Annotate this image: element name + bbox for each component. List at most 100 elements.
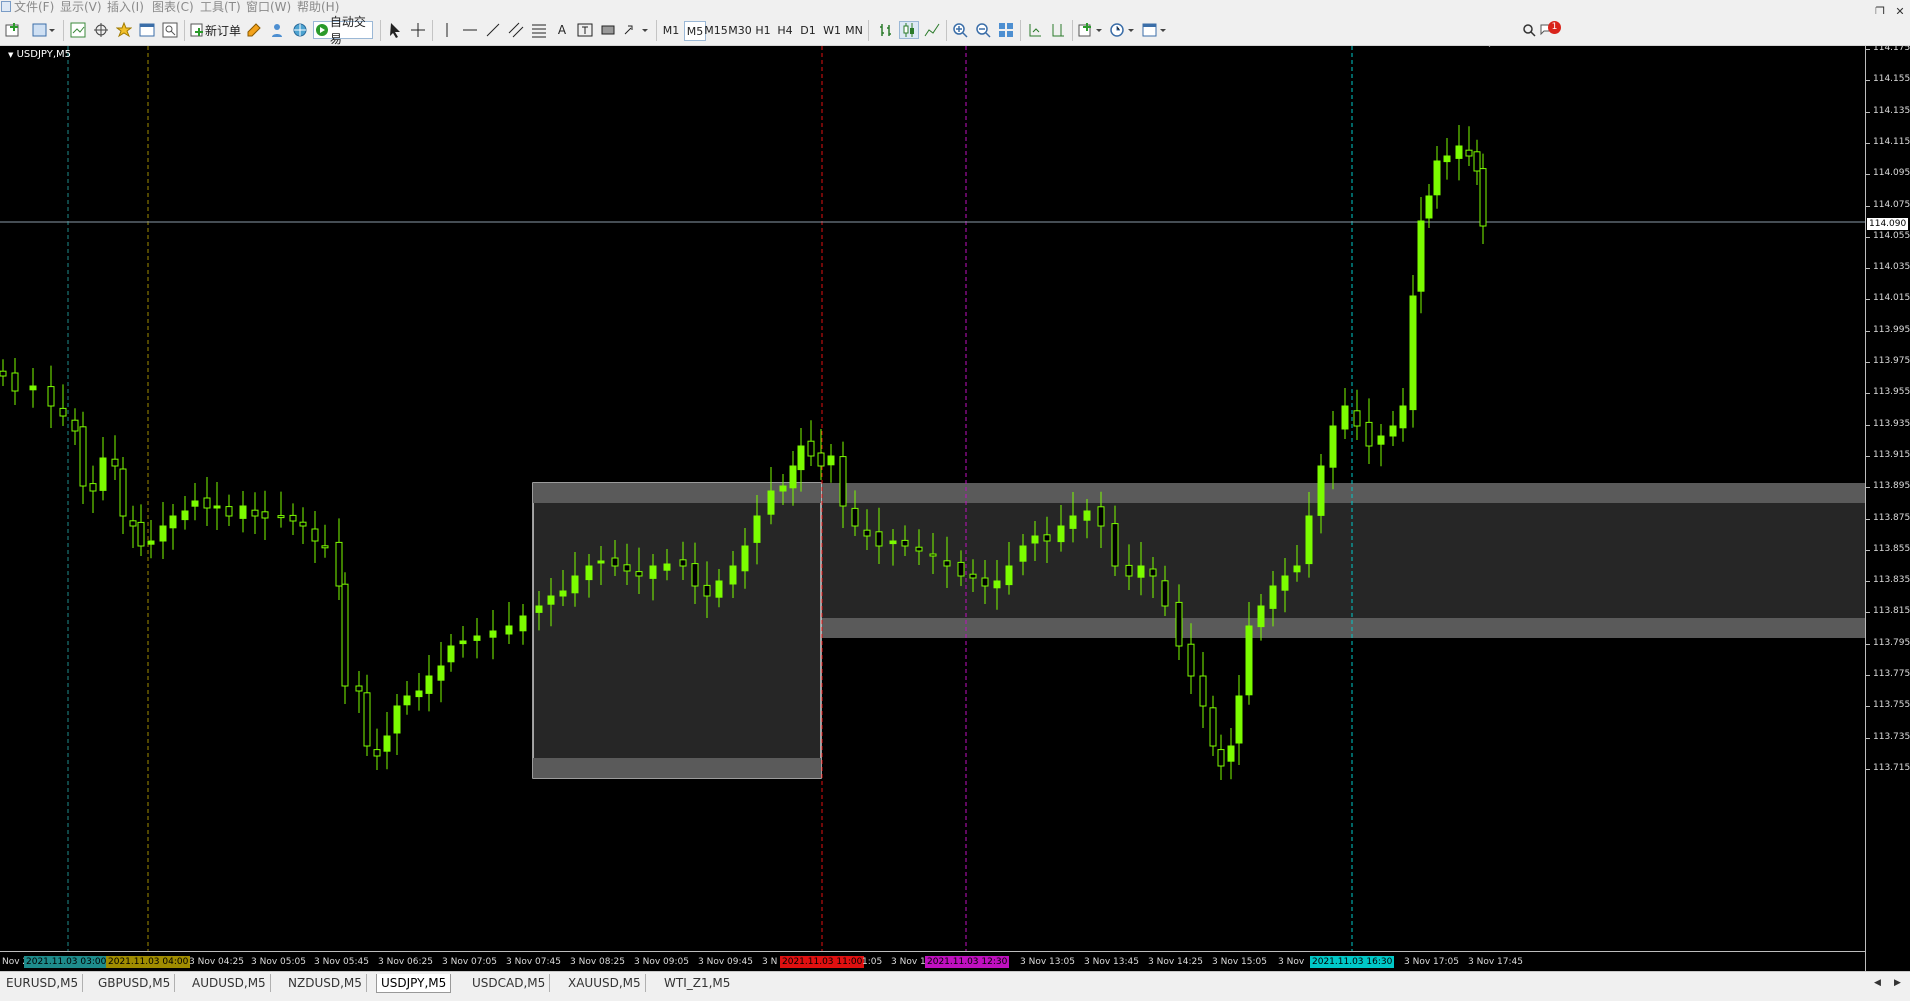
candle-body bbox=[1175, 601, 1183, 647]
price-tick-label: 113.735 bbox=[1865, 731, 1910, 742]
candle-body bbox=[649, 565, 657, 579]
tab-gbpusd[interactable]: GBPUSD,M5 bbox=[94, 974, 176, 992]
candle-body bbox=[635, 571, 643, 577]
arrows-dropdown[interactable] bbox=[621, 21, 651, 39]
tab-usdjpy[interactable]: USDJPY,M5 bbox=[376, 974, 452, 993]
indicators-dropdown[interactable] bbox=[1076, 21, 1106, 39]
candle-body bbox=[1005, 565, 1013, 586]
tab-xauusd[interactable]: XAUUSD,M5 bbox=[564, 974, 646, 992]
cursor-tool[interactable] bbox=[385, 21, 405, 39]
candle-body bbox=[0, 370, 7, 377]
timeframe-m15[interactable]: M15 bbox=[704, 21, 728, 39]
candle-body bbox=[373, 749, 381, 757]
navigator-button[interactable] bbox=[114, 21, 134, 39]
menu-chart[interactable]: 图表(C) bbox=[152, 0, 194, 14]
candle-body bbox=[1455, 145, 1463, 159]
bar-chart-button[interactable] bbox=[876, 21, 896, 39]
crosshair-tool[interactable] bbox=[408, 21, 428, 39]
text-tool[interactable]: A bbox=[552, 21, 572, 39]
menu-tools[interactable]: 工具(T) bbox=[200, 0, 241, 14]
new-chart-button[interactable] bbox=[2, 21, 26, 39]
app-icon[interactable] bbox=[1, 1, 11, 12]
menu-insert[interactable]: 插入(I) bbox=[107, 0, 144, 14]
chart-shift-button[interactable] bbox=[1048, 21, 1068, 39]
timeframe-h4[interactable]: H4 bbox=[777, 21, 792, 39]
auto-scroll-button[interactable] bbox=[1025, 21, 1045, 39]
candle-body bbox=[489, 630, 497, 638]
tab-wti[interactable]: WTI_Z1,M5 bbox=[660, 974, 734, 992]
tab-audusd[interactable]: AUDUSD,M5 bbox=[188, 974, 271, 992]
timeframe-d1[interactable]: D1 bbox=[800, 21, 815, 39]
candle-body bbox=[623, 564, 631, 572]
horizontal-line-tool[interactable] bbox=[460, 21, 480, 39]
rectangle-tool[interactable] bbox=[598, 21, 618, 39]
periods-dropdown[interactable] bbox=[1108, 21, 1138, 39]
candle-body bbox=[289, 514, 297, 522]
market-button[interactable] bbox=[290, 21, 310, 39]
tab-nzdusd[interactable]: NZDUSD,M5 bbox=[284, 974, 367, 992]
candle-body bbox=[1465, 149, 1473, 157]
tile-windows-icon bbox=[999, 23, 1013, 37]
zoom-in-icon bbox=[953, 23, 968, 38]
data-window-button[interactable] bbox=[91, 21, 111, 39]
chart-window[interactable]: ▼ USDJPY,M5 114.175 114.155 114.135 114.115… bbox=[0, 46, 1910, 971]
timeframe-m5[interactable]: M5 bbox=[684, 21, 706, 41]
candle-body bbox=[1209, 707, 1217, 747]
candle-body bbox=[383, 735, 391, 752]
vertical-line-tool[interactable] bbox=[437, 21, 457, 39]
zoom-out-button[interactable] bbox=[973, 21, 993, 39]
new-order-button[interactable]: 新订单 bbox=[189, 21, 241, 39]
zoom-in-button[interactable] bbox=[950, 21, 970, 39]
candlestick-chart-button[interactable] bbox=[899, 21, 919, 39]
line-chart-icon bbox=[924, 23, 940, 37]
templates-dropdown[interactable] bbox=[1140, 21, 1170, 39]
candle-body bbox=[767, 490, 775, 515]
clock-icon bbox=[1110, 23, 1134, 37]
candle-body bbox=[335, 541, 343, 587]
terminal-button[interactable] bbox=[137, 21, 157, 39]
timeframe-m1[interactable]: M1 bbox=[663, 21, 680, 39]
price-chart[interactable] bbox=[0, 46, 1865, 951]
signals-button[interactable] bbox=[267, 21, 287, 39]
terminal-icon bbox=[139, 23, 155, 37]
tab-usdcad[interactable]: USDCAD,M5 bbox=[468, 974, 551, 992]
trendline-tool[interactable] bbox=[483, 21, 503, 39]
tabs-scroll-left[interactable]: ◀ bbox=[1870, 974, 1885, 992]
profiles-button[interactable] bbox=[30, 21, 58, 39]
timeframe-h1[interactable]: H1 bbox=[755, 21, 770, 39]
candle-body bbox=[1083, 510, 1091, 521]
range-box bbox=[532, 482, 822, 779]
auto-trading-button[interactable]: 自动交易 bbox=[313, 15, 373, 46]
text-label-tool[interactable] bbox=[575, 21, 595, 39]
tabs-scroll-right[interactable]: ▶ bbox=[1890, 974, 1905, 992]
timeframe-mn[interactable]: MN bbox=[845, 21, 863, 39]
price-axis[interactable]: 114.175 114.155 114.135 114.115 114.095 114.0… bbox=[1865, 46, 1910, 971]
menu-file[interactable]: 文件(F) bbox=[14, 0, 54, 14]
timeframe-w1[interactable]: W1 bbox=[823, 21, 841, 39]
menu-view[interactable]: 显示(V) bbox=[60, 0, 102, 14]
candle-body bbox=[363, 692, 371, 747]
candle-body bbox=[827, 455, 835, 466]
tile-windows-button[interactable] bbox=[996, 21, 1016, 39]
time-label: 3 Nov 09:45 bbox=[698, 957, 753, 967]
status-bar bbox=[0, 993, 1910, 1001]
candle-body bbox=[703, 584, 711, 597]
fibonacci-tool[interactable] bbox=[529, 21, 549, 39]
auto-trading-label: 自动交易 bbox=[329, 15, 366, 46]
candle-body bbox=[129, 520, 137, 527]
timeframe-m30[interactable]: M30 bbox=[728, 21, 752, 39]
line-chart-button[interactable] bbox=[922, 21, 942, 39]
tab-eurusd[interactable]: EURUSD,M5 bbox=[2, 974, 84, 992]
meta-editor-button[interactable] bbox=[244, 21, 264, 39]
strategy-tester-button[interactable] bbox=[160, 21, 180, 39]
market-watch-button[interactable] bbox=[68, 21, 88, 39]
time-axis[interactable]: Nov 2 2021.11.03 03:00 2021.11.03 04:00 … bbox=[0, 951, 1865, 971]
candle-body bbox=[535, 605, 543, 613]
menu-window[interactable]: 窗口(W) bbox=[246, 0, 291, 14]
search-button[interactable] bbox=[1520, 21, 1538, 39]
candle-body bbox=[663, 563, 671, 571]
menu-help[interactable]: 帮助(H) bbox=[297, 0, 339, 14]
notifications-button[interactable]: 1 bbox=[1540, 21, 1561, 39]
equidistant-channel-tool[interactable] bbox=[506, 21, 526, 39]
candle-body bbox=[715, 580, 723, 598]
